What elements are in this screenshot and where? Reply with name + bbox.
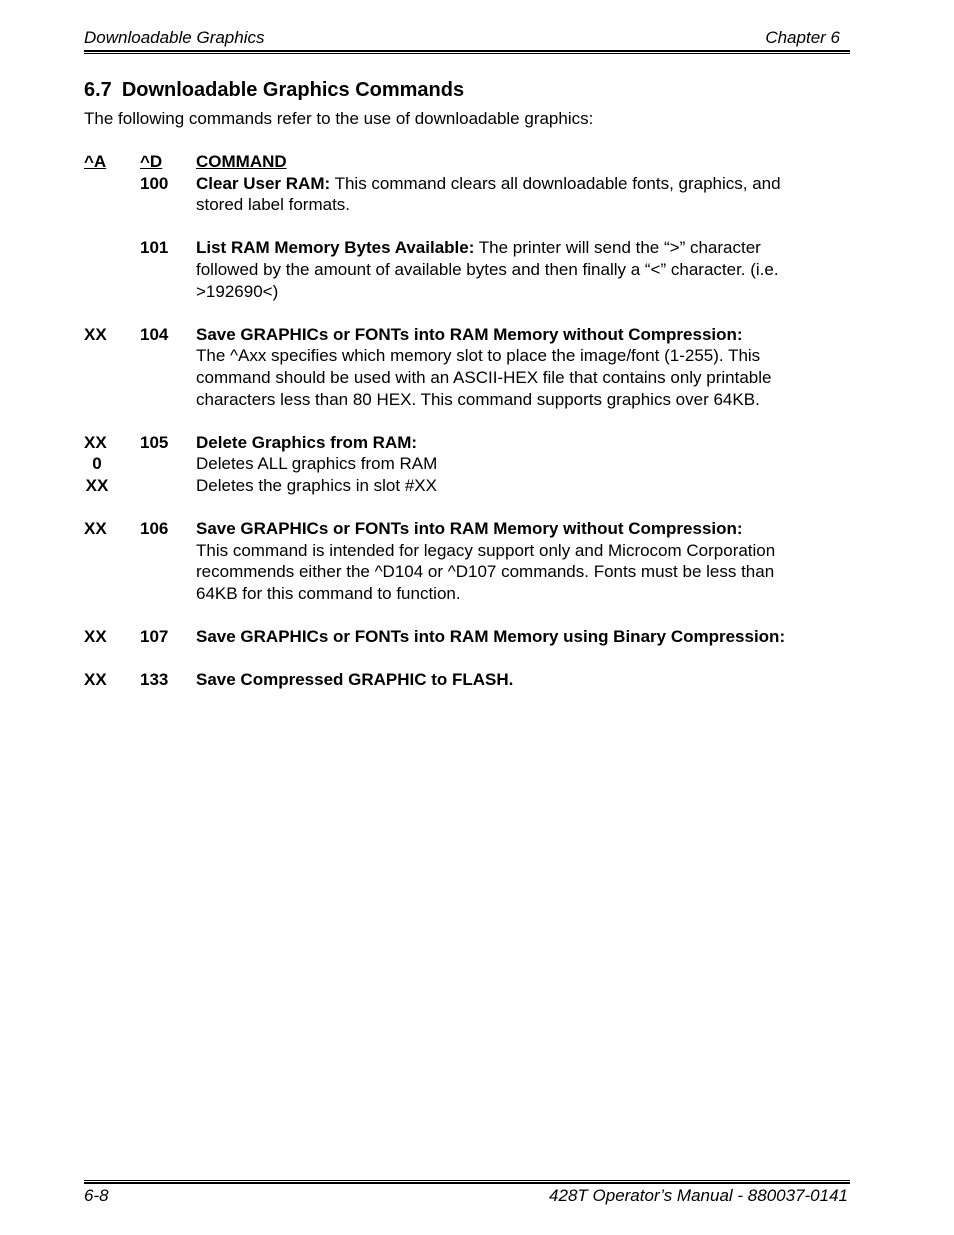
command-entry: 100 Clear User RAM: This command clears a… bbox=[84, 173, 864, 238]
footer-rule bbox=[84, 1180, 850, 1184]
entry-title: List RAM Memory Bytes Available: bbox=[196, 238, 475, 258]
header-command: COMMAND bbox=[196, 152, 287, 171]
entry-line-text: 64KB for this command to function. bbox=[196, 583, 461, 603]
entry-line-text: stored label formats. bbox=[196, 195, 351, 215]
entry-spacer bbox=[84, 302, 864, 324]
entry-line-text: followed by the amount of available byte… bbox=[196, 259, 779, 279]
entry-line-text: characters less than 80 HEX. This comman… bbox=[196, 389, 760, 409]
table-row: XX 107 Save GRAPHICs or FONTs into RAM Mem… bbox=[84, 626, 864, 648]
entry-description: Save GRAPHICs or FONTs into RAM Memory w… bbox=[196, 518, 864, 540]
entry-a-param: XX bbox=[84, 324, 107, 344]
entry-d-code: 104 bbox=[140, 324, 169, 344]
table-row: XX 133 Save Compressed GRAPHIC to FLASH. bbox=[84, 669, 864, 691]
entry-description: Save Compressed GRAPHIC to FLASH. bbox=[196, 669, 864, 691]
command-entry: XX 107 Save GRAPHICs or FONTs into RAM Mem… bbox=[84, 626, 864, 669]
table-row: 101 List RAM Memory Bytes Available: The … bbox=[84, 237, 864, 259]
section-title: 6.7 Downloadable Graphics Commands bbox=[84, 79, 464, 102]
command-entry: XX 104 Save GRAPHICs or FONTs into RAM Mem… bbox=[84, 324, 864, 432]
sub-a-param: XX bbox=[85, 475, 109, 495]
entry-text: This command clears all downloadable fon… bbox=[330, 173, 781, 193]
page-number: 6-8 bbox=[84, 1186, 109, 1205]
header-rule bbox=[84, 50, 850, 54]
entry-line: stored label formats. bbox=[84, 194, 864, 216]
section-intro: The following commands refer to the use … bbox=[84, 109, 594, 128]
entry-a-param: XX bbox=[84, 432, 107, 452]
entry-description: List RAM Memory Bytes Available: The pri… bbox=[196, 237, 864, 259]
sub-text: Deletes ALL graphics from RAM bbox=[196, 454, 438, 474]
entry-spacer bbox=[84, 497, 864, 519]
entry-d-code: 100 bbox=[140, 173, 169, 193]
entry-sub-row: 0 Deletes ALL graphics from RAM bbox=[84, 453, 864, 475]
entry-description: Save GRAPHICs or FONTs into RAM Memory w… bbox=[196, 324, 864, 346]
entry-line: recommends either the ^D104 or ^D107 com… bbox=[84, 561, 864, 583]
table-row: XX 104 Save GRAPHICs or FONTs into RAM Mem… bbox=[84, 324, 864, 346]
entry-spacer bbox=[84, 410, 864, 432]
entry-d-code: 133 bbox=[140, 670, 169, 690]
entry-line: followed by the amount of available byte… bbox=[84, 259, 864, 281]
entry-line: 64KB for this command to function. bbox=[84, 583, 864, 605]
command-entries: 100 Clear User RAM: This command clears a… bbox=[84, 173, 864, 691]
entry-line: characters less than 80 HEX. This comman… bbox=[84, 389, 864, 411]
sub-a-param: 0 bbox=[92, 454, 102, 474]
entry-a-param: XX bbox=[84, 627, 107, 647]
entry-d-code: 106 bbox=[140, 519, 169, 539]
header-d: ^D bbox=[140, 152, 163, 171]
entry-sub-row: XX Deletes the graphics in slot #XX bbox=[84, 475, 864, 497]
table-header-row: ^A ^D COMMAND bbox=[84, 151, 864, 173]
entry-spacer bbox=[84, 604, 864, 626]
header-chapter-number: Chapter 6 bbox=[765, 28, 840, 47]
entry-description: Clear User RAM: This command clears all … bbox=[196, 173, 864, 195]
entry-line: command should be used with an ASCII-HEX… bbox=[84, 367, 864, 389]
entry-title: Save Compressed GRAPHIC to FLASH. bbox=[196, 670, 514, 690]
entry-spacer bbox=[84, 648, 864, 670]
entry-description: Delete Graphics from RAM: bbox=[196, 432, 864, 454]
command-entry: XX 133 Save Compressed GRAPHIC to FLASH. bbox=[84, 669, 864, 691]
command-table: ^A ^D COMMAND 100 Clear User RAM: This co… bbox=[84, 151, 864, 691]
table-row: 100 Clear User RAM: This command clears a… bbox=[84, 173, 864, 195]
table-row: XX 105 Delete Graphics from RAM: bbox=[84, 432, 864, 454]
entry-title: Clear User RAM: bbox=[196, 173, 331, 193]
entry-line-text: >192690<) bbox=[196, 281, 279, 301]
entry-a-param: XX bbox=[84, 519, 107, 539]
entry-line: This command is intended for legacy supp… bbox=[84, 540, 864, 562]
entry-title: Save GRAPHICs or FONTs into RAM Memory w… bbox=[196, 324, 743, 344]
entry-title: Save GRAPHICs or FONTs into RAM Memory w… bbox=[196, 519, 743, 539]
entry-title: Delete Graphics from RAM: bbox=[196, 432, 418, 452]
manual-title: 428T Operator’s Manual - 880037-0141 bbox=[549, 1186, 848, 1205]
running-header: Downloadable Graphics Chapter 6 bbox=[84, 28, 850, 48]
running-footer: 6-8 428T Operator’s Manual - 880037-0141 bbox=[84, 1186, 850, 1206]
entry-line: The ^Axx specifies which memory slot to … bbox=[84, 345, 864, 367]
entry-line-text: command should be used with an ASCII-HEX… bbox=[196, 367, 772, 387]
entry-title: Save GRAPHICs or FONTs into RAM Memory u… bbox=[196, 627, 786, 647]
entry-d-code: 105 bbox=[140, 432, 169, 452]
entry-line-text: The ^Axx specifies which memory slot to … bbox=[196, 346, 761, 366]
entry-text: The printer will send the “>” character bbox=[474, 238, 761, 258]
document-page: Downloadable Graphics Chapter 6 6.7 Downl… bbox=[0, 0, 954, 1235]
sub-text: Deletes the graphics in slot #XX bbox=[196, 475, 437, 495]
entry-line-text: recommends either the ^D104 or ^D107 com… bbox=[196, 562, 775, 582]
entry-a-param: XX bbox=[84, 670, 107, 690]
entry-d-code: 107 bbox=[140, 627, 169, 647]
entry-d-code: 101 bbox=[140, 238, 169, 258]
section-heading: Downloadable Graphics Commands bbox=[121, 79, 465, 101]
section-number: 6.7 bbox=[84, 79, 112, 101]
table-row: XX 106 Save GRAPHICs or FONTs into RAM Mem… bbox=[84, 518, 864, 540]
entry-description: Save GRAPHICs or FONTs into RAM Memory u… bbox=[196, 626, 864, 648]
header-a: ^A bbox=[84, 152, 107, 171]
command-entry: XX 105 Delete Graphics from RAM: 0 Deletes A… bbox=[84, 432, 864, 518]
command-entry: XX 106 Save GRAPHICs or FONTs into RAM Mem… bbox=[84, 518, 864, 626]
header-chapter-title: Downloadable Graphics bbox=[84, 28, 265, 47]
entry-line-text: This command is intended for legacy supp… bbox=[196, 540, 776, 560]
entry-spacer bbox=[84, 216, 864, 238]
entry-line: >192690<) bbox=[84, 281, 864, 303]
command-entry: 101 List RAM Memory Bytes Available: The … bbox=[84, 237, 864, 323]
